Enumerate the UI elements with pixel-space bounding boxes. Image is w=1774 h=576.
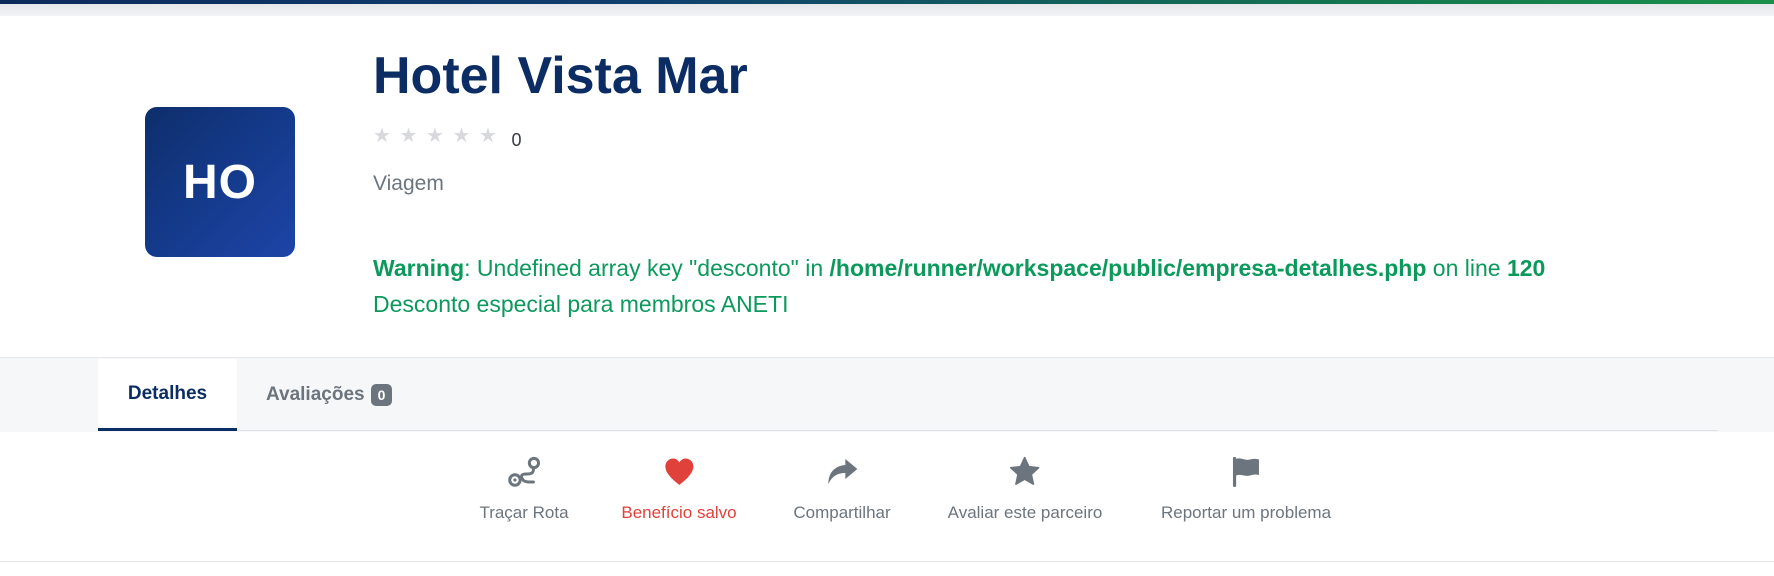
company-name: Hotel Vista Mar [373,47,748,105]
php-warning: Warning: Undefined array key "desconto" … [373,250,1545,322]
section-divider [0,561,1774,562]
company-logo: HO [145,107,295,257]
logo-initials: HO [183,155,257,209]
route-label: Traçar Rota [479,503,569,522]
header-shadow [0,4,1774,16]
star-icon: ★ [452,125,471,147]
warning-label: Warning [373,255,465,281]
rating-stars: ★ ★ ★ ★ ★ 0 [373,124,522,150]
share-label: Compartilhar [793,503,891,522]
rating-count: 0 [511,130,522,150]
warning-line-number: 120 [1506,255,1546,281]
star-icon: ★ [426,125,444,147]
tab-reviews[interactable]: Avaliações 0 [266,359,393,431]
share-icon [828,459,857,484]
route-button[interactable]: Traçar Rota [479,455,569,523]
warning-on-line: on line [1426,255,1507,281]
star-icon: ★ [399,125,418,147]
heart-icon [664,458,693,485]
report-problem-label: Reportar um problema [1160,503,1332,522]
route-icon [507,456,540,487]
company-category: Viagem [373,172,444,195]
rate-partner-button[interactable]: Avaliar este parceiro [947,455,1103,523]
star-icon [1010,456,1040,485]
tab-reviews-label: Avaliações [266,384,365,405]
flag-icon [1232,457,1259,487]
tab-details[interactable]: Detalhes [98,359,237,431]
rate-partner-label: Avaliar este parceiro [947,503,1103,522]
report-problem-button[interactable]: Reportar um problema [1161,455,1331,523]
saved-benefit-label: Benefício salvo [621,503,737,522]
warning-message: : Undefined array key "desconto" in [464,255,830,281]
star-icon: ★ [479,125,497,147]
warning-path: /home/runner/workspace/public/empresa-de… [829,255,1427,281]
reviews-count-badge: 0 [370,384,393,406]
star-icon: ★ [373,125,391,147]
discount-text: Desconto especial para membros ANETI [373,291,789,317]
share-button[interactable]: Compartilhar [793,455,891,523]
saved-benefit-button[interactable]: Benefício salvo [621,455,737,523]
